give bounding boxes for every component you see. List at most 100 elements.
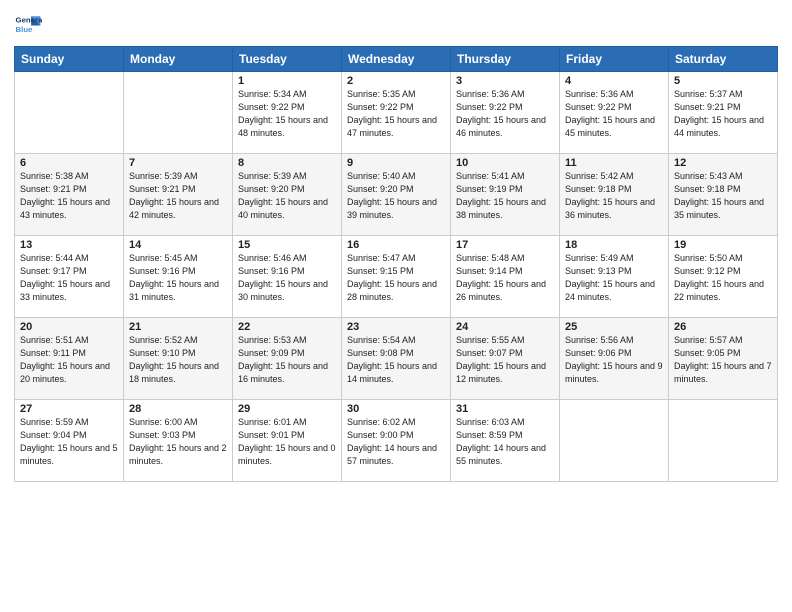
calendar-cell: 18Sunrise: 5:49 AMSunset: 9:13 PMDayligh… xyxy=(560,236,669,318)
calendar-cell: 13Sunrise: 5:44 AMSunset: 9:17 PMDayligh… xyxy=(15,236,124,318)
calendar-cell: 26Sunrise: 5:57 AMSunset: 9:05 PMDayligh… xyxy=(669,318,778,400)
calendar-cell: 24Sunrise: 5:55 AMSunset: 9:07 PMDayligh… xyxy=(451,318,560,400)
day-number: 10 xyxy=(456,157,554,169)
calendar-cell: 4Sunrise: 5:36 AMSunset: 9:22 PMDaylight… xyxy=(560,72,669,154)
calendar-cell: 31Sunrise: 6:03 AMSunset: 8:59 PMDayligh… xyxy=(451,400,560,482)
day-number: 7 xyxy=(129,157,227,169)
day-info: Sunrise: 5:45 AMSunset: 9:16 PMDaylight:… xyxy=(129,252,227,304)
day-info: Sunrise: 5:37 AMSunset: 9:21 PMDaylight:… xyxy=(674,88,772,140)
day-number: 18 xyxy=(565,239,663,251)
calendar-cell: 2Sunrise: 5:35 AMSunset: 9:22 PMDaylight… xyxy=(342,72,451,154)
weekday-header: Wednesday xyxy=(342,47,451,72)
page-header: General Blue xyxy=(14,10,778,38)
day-info: Sunrise: 5:49 AMSunset: 9:13 PMDaylight:… xyxy=(565,252,663,304)
day-info: Sunrise: 5:41 AMSunset: 9:19 PMDaylight:… xyxy=(456,170,554,222)
day-info: Sunrise: 5:52 AMSunset: 9:10 PMDaylight:… xyxy=(129,334,227,386)
day-number: 9 xyxy=(347,157,445,169)
calendar-cell: 10Sunrise: 5:41 AMSunset: 9:19 PMDayligh… xyxy=(451,154,560,236)
calendar-cell: 6Sunrise: 5:38 AMSunset: 9:21 PMDaylight… xyxy=(15,154,124,236)
day-info: Sunrise: 5:47 AMSunset: 9:15 PMDaylight:… xyxy=(347,252,445,304)
calendar-cell: 17Sunrise: 5:48 AMSunset: 9:14 PMDayligh… xyxy=(451,236,560,318)
day-number: 31 xyxy=(456,403,554,415)
day-number: 23 xyxy=(347,321,445,333)
calendar-table: SundayMondayTuesdayWednesdayThursdayFrid… xyxy=(14,46,778,482)
day-info: Sunrise: 5:59 AMSunset: 9:04 PMDaylight:… xyxy=(20,416,118,468)
calendar-cell: 29Sunrise: 6:01 AMSunset: 9:01 PMDayligh… xyxy=(233,400,342,482)
day-number: 11 xyxy=(565,157,663,169)
calendar-week-row: 6Sunrise: 5:38 AMSunset: 9:21 PMDaylight… xyxy=(15,154,778,236)
calendar-cell: 3Sunrise: 5:36 AMSunset: 9:22 PMDaylight… xyxy=(451,72,560,154)
calendar-cell: 16Sunrise: 5:47 AMSunset: 9:15 PMDayligh… xyxy=(342,236,451,318)
day-number: 13 xyxy=(20,239,118,251)
day-info: Sunrise: 5:36 AMSunset: 9:22 PMDaylight:… xyxy=(456,88,554,140)
calendar-cell: 14Sunrise: 5:45 AMSunset: 9:16 PMDayligh… xyxy=(124,236,233,318)
day-info: Sunrise: 5:44 AMSunset: 9:17 PMDaylight:… xyxy=(20,252,118,304)
calendar-header-row: SundayMondayTuesdayWednesdayThursdayFrid… xyxy=(15,47,778,72)
day-number: 28 xyxy=(129,403,227,415)
day-info: Sunrise: 5:48 AMSunset: 9:14 PMDaylight:… xyxy=(456,252,554,304)
day-info: Sunrise: 5:57 AMSunset: 9:05 PMDaylight:… xyxy=(674,334,772,386)
day-number: 15 xyxy=(238,239,336,251)
day-info: Sunrise: 5:40 AMSunset: 9:20 PMDaylight:… xyxy=(347,170,445,222)
day-number: 2 xyxy=(347,75,445,87)
calendar-cell: 22Sunrise: 5:53 AMSunset: 9:09 PMDayligh… xyxy=(233,318,342,400)
day-number: 22 xyxy=(238,321,336,333)
day-number: 25 xyxy=(565,321,663,333)
day-info: Sunrise: 6:00 AMSunset: 9:03 PMDaylight:… xyxy=(129,416,227,468)
calendar-week-row: 1Sunrise: 5:34 AMSunset: 9:22 PMDaylight… xyxy=(15,72,778,154)
day-number: 12 xyxy=(674,157,772,169)
day-number: 16 xyxy=(347,239,445,251)
day-info: Sunrise: 5:54 AMSunset: 9:08 PMDaylight:… xyxy=(347,334,445,386)
calendar-cell: 21Sunrise: 5:52 AMSunset: 9:10 PMDayligh… xyxy=(124,318,233,400)
day-info: Sunrise: 5:39 AMSunset: 9:20 PMDaylight:… xyxy=(238,170,336,222)
day-info: Sunrise: 5:50 AMSunset: 9:12 PMDaylight:… xyxy=(674,252,772,304)
day-info: Sunrise: 5:35 AMSunset: 9:22 PMDaylight:… xyxy=(347,88,445,140)
day-info: Sunrise: 5:46 AMSunset: 9:16 PMDaylight:… xyxy=(238,252,336,304)
day-number: 1 xyxy=(238,75,336,87)
day-number: 6 xyxy=(20,157,118,169)
day-info: Sunrise: 5:53 AMSunset: 9:09 PMDaylight:… xyxy=(238,334,336,386)
calendar-cell: 27Sunrise: 5:59 AMSunset: 9:04 PMDayligh… xyxy=(15,400,124,482)
calendar-cell: 19Sunrise: 5:50 AMSunset: 9:12 PMDayligh… xyxy=(669,236,778,318)
day-number: 8 xyxy=(238,157,336,169)
day-info: Sunrise: 5:56 AMSunset: 9:06 PMDaylight:… xyxy=(565,334,663,386)
weekday-header: Thursday xyxy=(451,47,560,72)
day-number: 27 xyxy=(20,403,118,415)
calendar-week-row: 27Sunrise: 5:59 AMSunset: 9:04 PMDayligh… xyxy=(15,400,778,482)
day-number: 19 xyxy=(674,239,772,251)
calendar-cell: 7Sunrise: 5:39 AMSunset: 9:21 PMDaylight… xyxy=(124,154,233,236)
weekday-header: Saturday xyxy=(669,47,778,72)
day-info: Sunrise: 5:39 AMSunset: 9:21 PMDaylight:… xyxy=(129,170,227,222)
day-info: Sunrise: 5:42 AMSunset: 9:18 PMDaylight:… xyxy=(565,170,663,222)
calendar-cell: 8Sunrise: 5:39 AMSunset: 9:20 PMDaylight… xyxy=(233,154,342,236)
day-info: Sunrise: 5:38 AMSunset: 9:21 PMDaylight:… xyxy=(20,170,118,222)
day-number: 21 xyxy=(129,321,227,333)
day-info: Sunrise: 6:01 AMSunset: 9:01 PMDaylight:… xyxy=(238,416,336,468)
calendar-cell: 23Sunrise: 5:54 AMSunset: 9:08 PMDayligh… xyxy=(342,318,451,400)
calendar-cell: 30Sunrise: 6:02 AMSunset: 9:00 PMDayligh… xyxy=(342,400,451,482)
calendar-week-row: 20Sunrise: 5:51 AMSunset: 9:11 PMDayligh… xyxy=(15,318,778,400)
calendar-cell: 12Sunrise: 5:43 AMSunset: 9:18 PMDayligh… xyxy=(669,154,778,236)
svg-text:Blue: Blue xyxy=(16,25,34,34)
calendar-cell xyxy=(560,400,669,482)
calendar-cell xyxy=(124,72,233,154)
logo: General Blue xyxy=(14,10,42,38)
weekday-header: Monday xyxy=(124,47,233,72)
calendar-cell xyxy=(669,400,778,482)
day-number: 4 xyxy=(565,75,663,87)
day-number: 29 xyxy=(238,403,336,415)
day-info: Sunrise: 5:36 AMSunset: 9:22 PMDaylight:… xyxy=(565,88,663,140)
calendar-week-row: 13Sunrise: 5:44 AMSunset: 9:17 PMDayligh… xyxy=(15,236,778,318)
svg-text:General: General xyxy=(16,15,42,24)
day-number: 24 xyxy=(456,321,554,333)
calendar-cell: 1Sunrise: 5:34 AMSunset: 9:22 PMDaylight… xyxy=(233,72,342,154)
day-info: Sunrise: 5:34 AMSunset: 9:22 PMDaylight:… xyxy=(238,88,336,140)
day-number: 3 xyxy=(456,75,554,87)
day-number: 20 xyxy=(20,321,118,333)
day-info: Sunrise: 5:55 AMSunset: 9:07 PMDaylight:… xyxy=(456,334,554,386)
weekday-header: Tuesday xyxy=(233,47,342,72)
day-number: 26 xyxy=(674,321,772,333)
weekday-header: Sunday xyxy=(15,47,124,72)
day-info: Sunrise: 6:02 AMSunset: 9:00 PMDaylight:… xyxy=(347,416,445,468)
calendar-cell: 25Sunrise: 5:56 AMSunset: 9:06 PMDayligh… xyxy=(560,318,669,400)
